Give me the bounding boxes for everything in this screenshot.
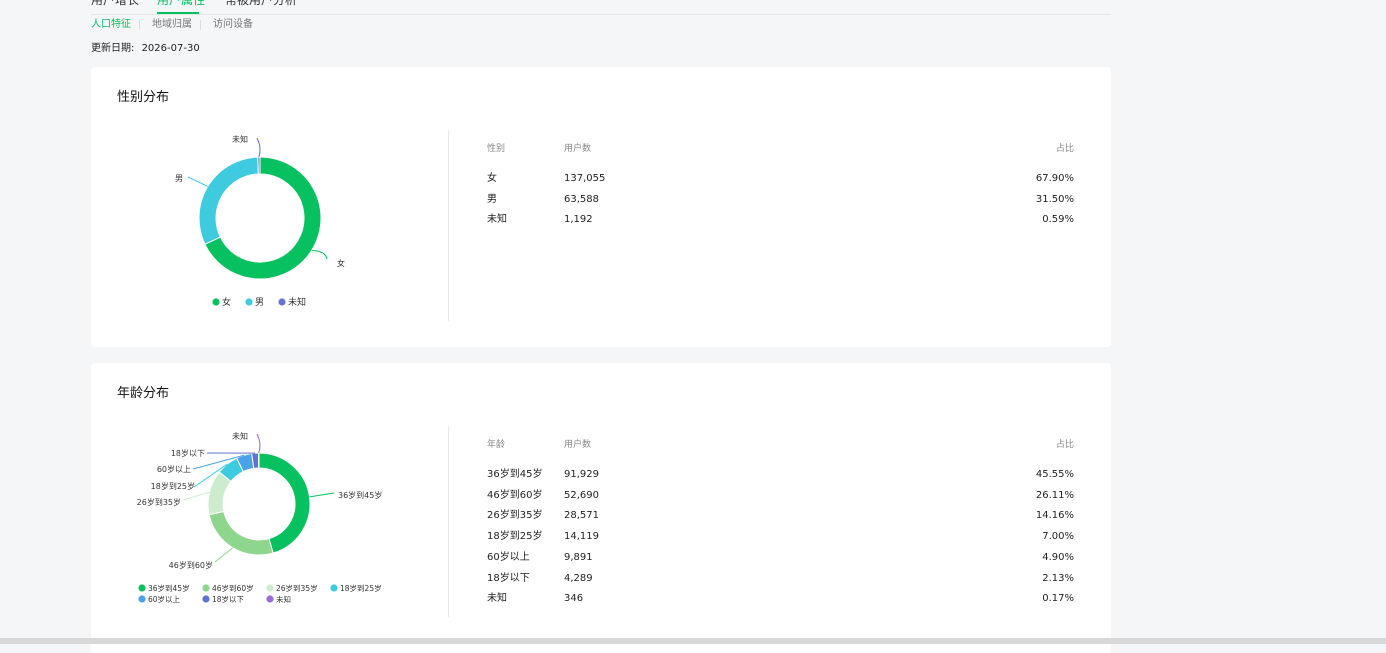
- slice-label: 60岁以上: [157, 464, 191, 474]
- active-tab-indicator: [157, 12, 199, 14]
- subtab-demographics[interactable]: 人口特征: [91, 18, 131, 32]
- label-leader-line: [257, 138, 260, 157]
- pie-slice: [199, 157, 258, 244]
- table-cell-name: 18岁以下: [487, 572, 530, 585]
- legend-marker: [138, 584, 145, 591]
- pie-slice: [258, 453, 259, 468]
- table-cell-count: 4,289: [564, 572, 593, 585]
- table-cell-name: 60岁以上: [487, 551, 530, 564]
- table-cell-percent: 31.50%: [994, 193, 1074, 206]
- slice-label: 18岁到25岁: [151, 481, 195, 491]
- legend-marker: [330, 584, 337, 591]
- subtab-divider: [200, 20, 201, 30]
- table-cell-name: 46岁到60岁: [487, 489, 542, 502]
- legend-marker: [202, 595, 209, 602]
- legend-marker: [202, 584, 209, 591]
- table-cell-count: 63,588: [564, 193, 599, 206]
- table-cell-count: 137,055: [564, 172, 605, 185]
- age-pie-chart: 36岁到45岁46岁到60岁26岁到35岁18岁到25岁60岁以上18岁以下未知…: [91, 363, 448, 653]
- slice-label: 18岁以下: [171, 448, 205, 458]
- slice-label: 26岁到35岁: [137, 497, 181, 507]
- subtab-divider: [139, 20, 140, 30]
- table-cell-name: 男: [487, 193, 497, 206]
- legend-label[interactable]: 男: [255, 297, 264, 308]
- table-cell-percent: 67.90%: [994, 172, 1074, 185]
- pie-slice: [209, 512, 273, 555]
- pie-slice: [258, 157, 260, 174]
- pie-slice: [259, 453, 310, 553]
- table-cell-count: 28,571: [564, 509, 599, 522]
- update-date: 更新日期: 2026-07-30: [91, 42, 200, 56]
- legend-marker: [266, 595, 273, 602]
- table-cell-percent: 14.16%: [994, 509, 1074, 522]
- table-header: 年龄: [487, 439, 505, 451]
- legend-marker: [138, 595, 145, 602]
- subtab-device[interactable]: 访问设备: [213, 18, 253, 32]
- table-cell-name: 26岁到35岁: [487, 509, 542, 522]
- gender-card: 性别分布 女男未知女男未知 性别用户数占比女137,05567.90%男63,5…: [91, 67, 1111, 347]
- label-leader-line: [188, 177, 208, 186]
- tab-user-growth[interactable]: 用户增长: [91, 0, 139, 8]
- table-cell-count: 9,891: [564, 551, 593, 564]
- table-cell-name: 18岁到25岁: [487, 530, 542, 543]
- table-cell-percent: 26.11%: [994, 489, 1074, 502]
- legend-label[interactable]: 26岁到35岁: [276, 583, 318, 593]
- legend-label[interactable]: 女: [222, 296, 231, 308]
- legend-label[interactable]: 未知: [288, 296, 306, 308]
- legend-label[interactable]: 36岁到45岁: [148, 583, 190, 593]
- slice-label: 36岁到45岁: [338, 490, 382, 500]
- table-cell-count: 1,192: [564, 213, 593, 226]
- table-header: 占比: [994, 143, 1074, 155]
- legend-label[interactable]: 18岁到25岁: [340, 583, 382, 593]
- table-cell-name: 36岁到45岁: [487, 468, 542, 481]
- table-header: 用户数: [564, 143, 591, 155]
- label-leader-line: [310, 493, 334, 497]
- table-cell-count: 91,929: [564, 468, 599, 481]
- update-date-value: 2026-07-30: [142, 43, 200, 54]
- table-cell-percent: 0.59%: [994, 213, 1074, 226]
- table-cell-name: 未知: [487, 213, 507, 226]
- card-divider: [448, 426, 449, 617]
- tab-user-attributes[interactable]: 用户属性: [157, 0, 205, 8]
- label-leader-line: [257, 434, 260, 453]
- legend-label[interactable]: 46岁到60岁: [212, 583, 254, 593]
- update-date-label: 更新日期:: [91, 43, 134, 54]
- legend-label[interactable]: 未知: [276, 594, 291, 604]
- table-header: 用户数: [564, 439, 591, 451]
- table-cell-percent: 2.13%: [994, 572, 1074, 585]
- age-card: 年龄分布 36岁到45岁46岁到60岁26岁到35岁18岁到25岁60岁以上18…: [91, 363, 1111, 653]
- table-cell-count: 346: [564, 592, 583, 605]
- legend-marker: [266, 584, 273, 591]
- legend-label[interactable]: 60岁以上: [148, 594, 181, 604]
- table-header: 性别: [487, 143, 505, 155]
- table-cell-name: 女: [487, 172, 497, 185]
- subtab-region[interactable]: 地域归属: [152, 18, 192, 32]
- tab-frequent-user-analysis[interactable]: 常被用户分析: [225, 0, 297, 8]
- table-cell-count: 14,119: [564, 530, 599, 543]
- legend-label[interactable]: 18岁以下: [212, 594, 245, 604]
- table-cell-percent: 7.00%: [994, 530, 1074, 543]
- slice-label: 未知: [232, 134, 248, 144]
- slice-label: 46岁到60岁: [169, 560, 213, 570]
- card-divider: [448, 130, 449, 321]
- legend-marker: [245, 298, 252, 305]
- bottom-strip: [0, 638, 1386, 644]
- legend-marker: [212, 298, 219, 305]
- slice-label: 未知: [232, 431, 248, 441]
- top-tabs: 用户增长 用户属性 常被用户分析: [91, 0, 1111, 15]
- legend-marker: [278, 298, 285, 305]
- gender-pie-chart: 女男未知女男未知: [91, 67, 448, 347]
- label-leader-line: [183, 492, 209, 500]
- table-cell-count: 52,690: [564, 489, 599, 502]
- table-cell-percent: 45.55%: [994, 468, 1074, 481]
- label-leader-line: [215, 548, 233, 562]
- label-leader-line: [312, 251, 327, 259]
- table-cell-percent: 4.90%: [994, 551, 1074, 564]
- table-cell-percent: 0.17%: [994, 592, 1074, 605]
- slice-label: 女: [337, 258, 345, 268]
- table-cell-name: 未知: [487, 592, 507, 605]
- slice-label: 男: [175, 174, 183, 183]
- table-header: 占比: [994, 439, 1074, 451]
